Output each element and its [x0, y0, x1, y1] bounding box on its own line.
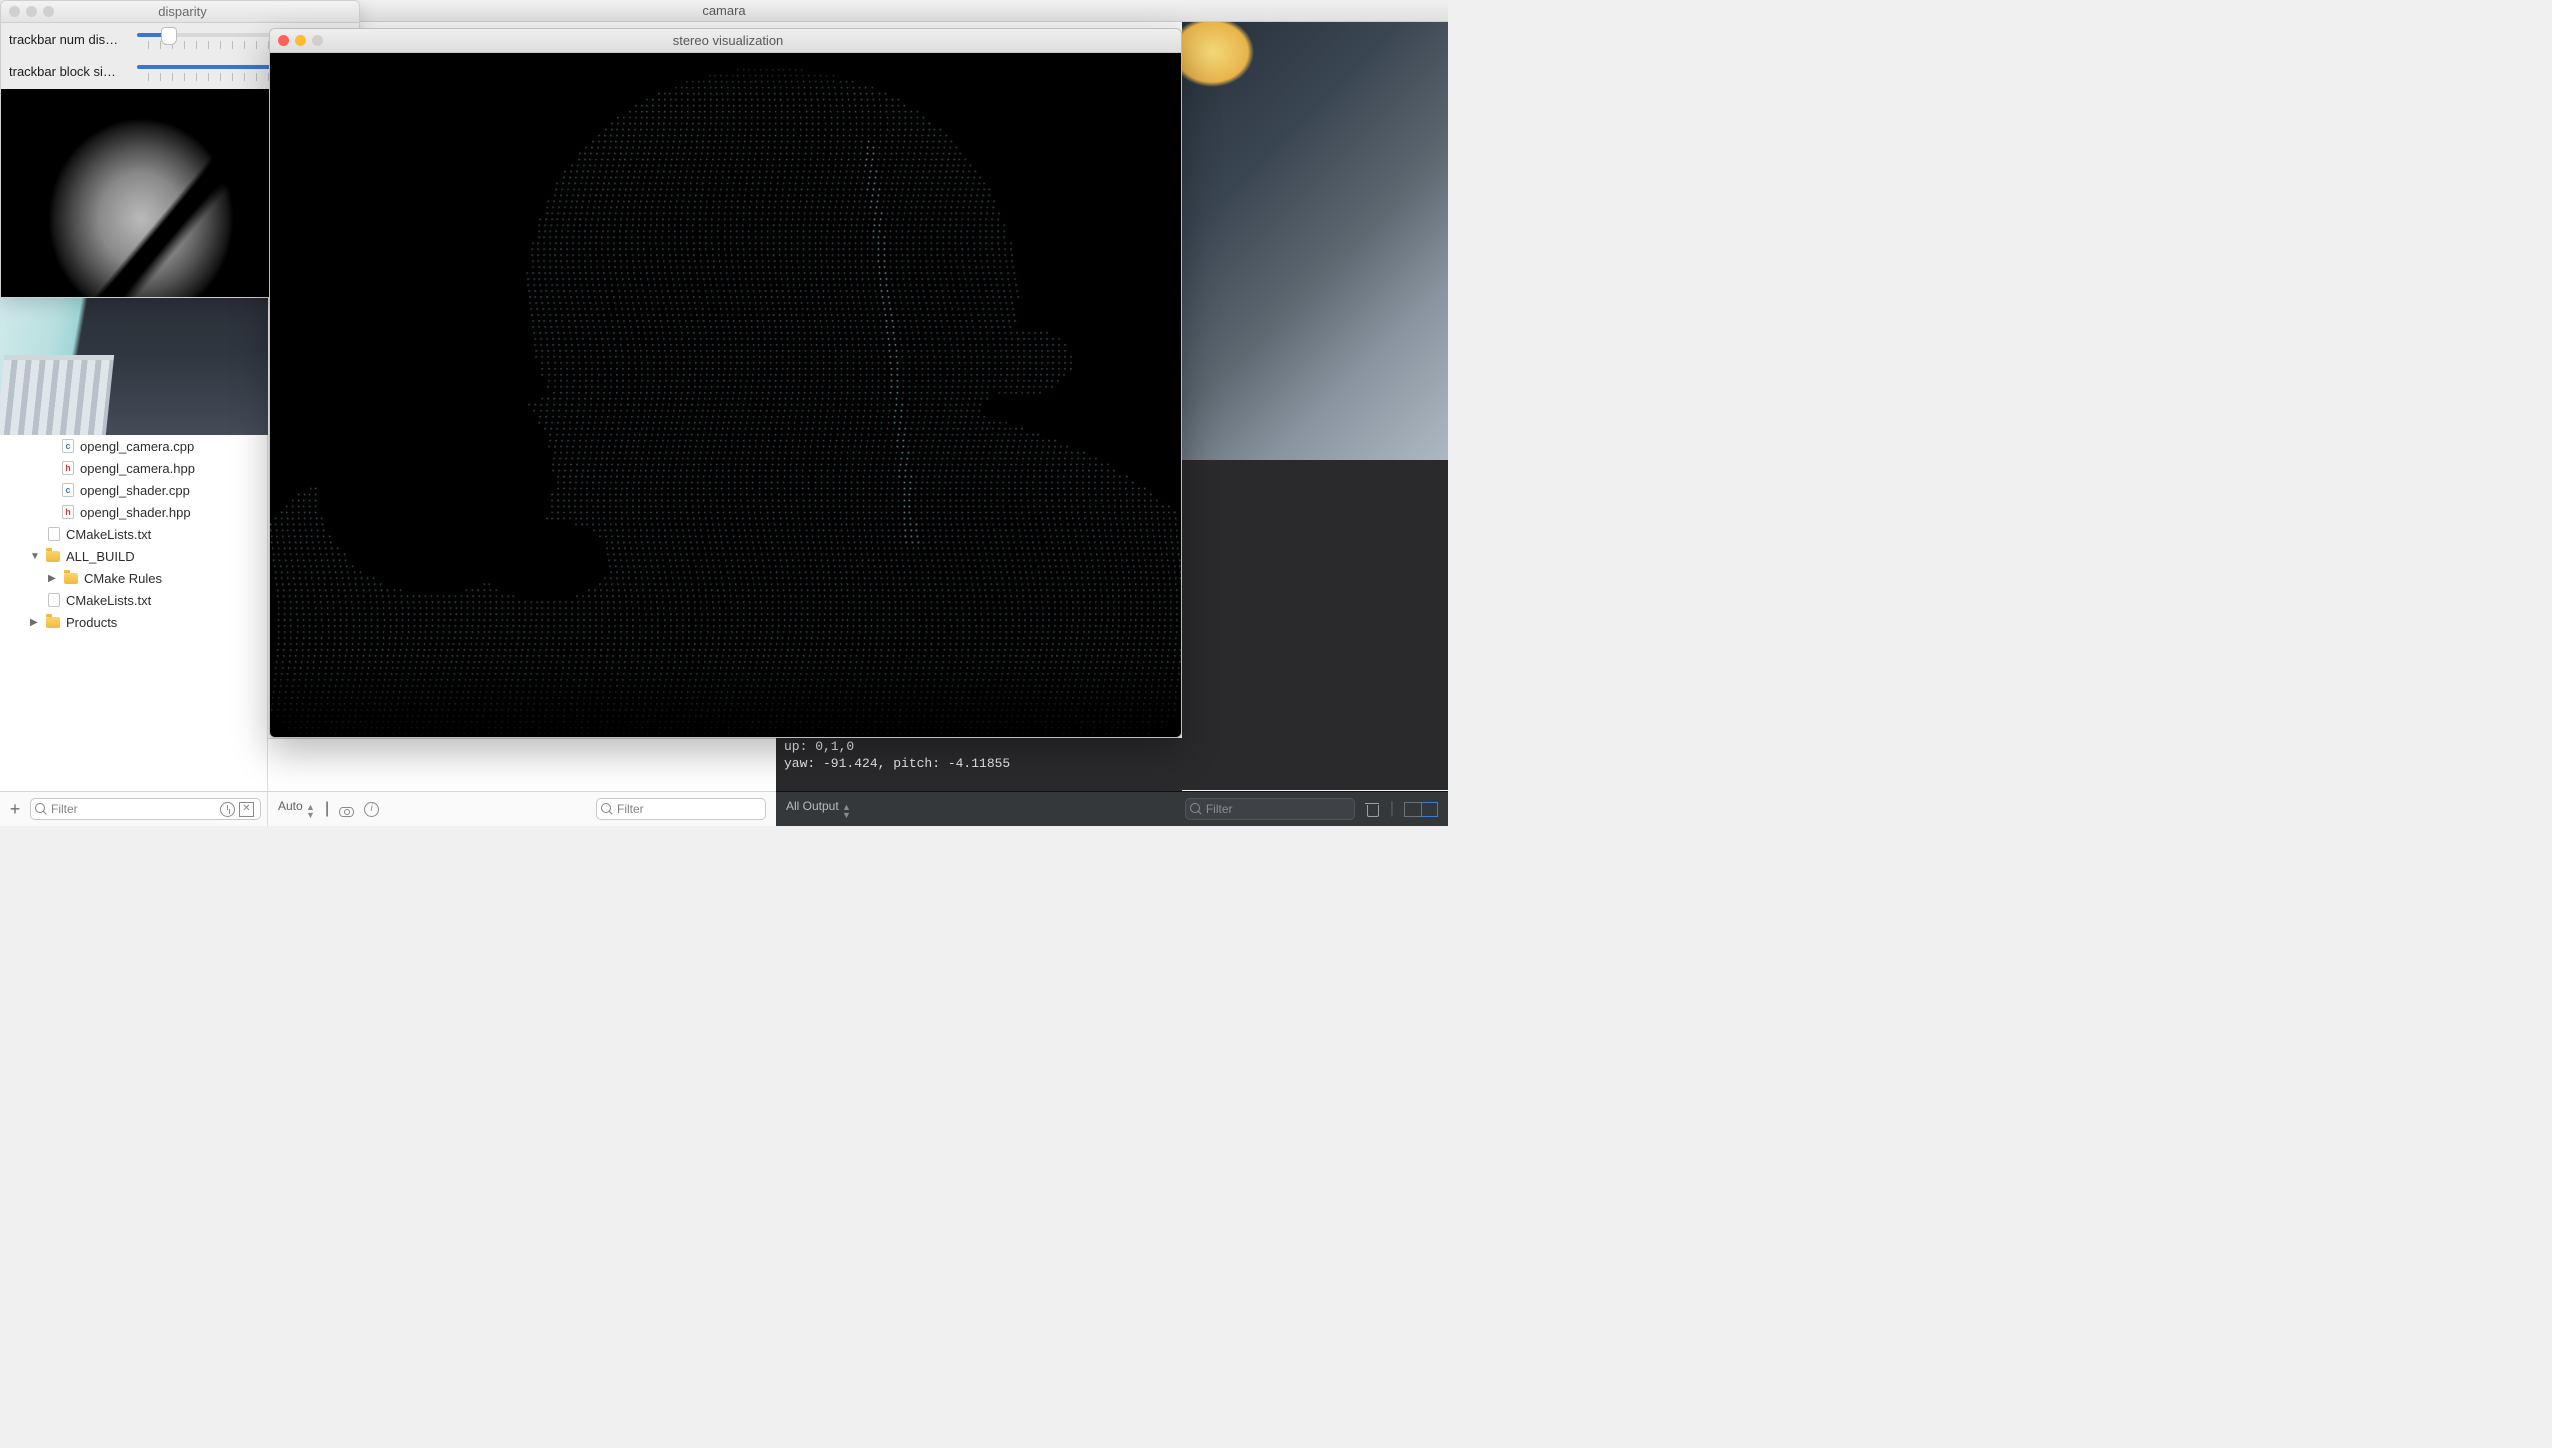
disparity-map-image	[1, 89, 269, 298]
console-filter-placeholder: Filter	[1206, 802, 1233, 816]
navigator-filter-field[interactable]: Filter	[30, 798, 261, 820]
tree-item-label: opengl_camera.hpp	[80, 461, 195, 476]
folder-icon	[64, 573, 78, 584]
file-row[interactable]: h opengl_shader.hpp	[0, 501, 267, 523]
camera-right-feed	[1182, 22, 1448, 460]
console-filter-field[interactable]: Filter	[1185, 798, 1355, 820]
stereo-titlebar[interactable]: stereo visualization	[270, 29, 1181, 53]
tree-item-label: CMake Rules	[84, 571, 162, 586]
scm-filter-icon[interactable]	[239, 802, 254, 817]
tree-item-label: CMakeLists.txt	[66, 593, 151, 608]
navigator-bottom-bar: + Filter	[0, 791, 268, 826]
variables-scope-auto[interactable]: Auto ▲▼	[278, 799, 315, 819]
quicklook-icon[interactable]	[339, 807, 354, 817]
close-icon[interactable]	[278, 35, 289, 46]
tree-item-label: opengl_shader.hpp	[80, 505, 191, 520]
search-icon	[35, 803, 47, 815]
trackbar-label: trackbar block si…	[9, 64, 129, 79]
print-description-icon[interactable]	[364, 802, 379, 817]
file-row[interactable]: h opengl_camera.hpp	[0, 457, 267, 479]
clear-console-icon[interactable]	[1365, 802, 1380, 817]
recent-icon[interactable]	[220, 802, 235, 817]
traffic-lights[interactable]	[1, 6, 54, 17]
variables-filter-placeholder: Filter	[617, 802, 644, 816]
file-row[interactable]: CMakeLists.txt	[0, 523, 267, 545]
updown-icon: ▲▼	[306, 803, 315, 819]
variables-bottom-bar: Auto ▲▼ | Filter	[268, 791, 776, 826]
trackbar-label: trackbar num dis…	[9, 32, 129, 47]
disclosure-triangle-icon[interactable]: ▶	[48, 573, 58, 584]
search-icon	[601, 803, 613, 815]
minimize-icon[interactable]	[295, 35, 306, 46]
variables-filter-field[interactable]: Filter	[596, 798, 766, 820]
tree-item-label: Products	[66, 615, 117, 630]
hpp-file-icon: h	[62, 505, 74, 519]
debug-console[interactable]: up: 0,1,0 yaw: -91.424, pitch: -4.11855	[776, 738, 1182, 791]
zoom-icon[interactable]	[312, 35, 323, 46]
project-navigator[interactable]: copengl_camera.cpphopengl_camera.hppcope…	[0, 435, 268, 791]
tree-item-label: opengl_camera.cpp	[80, 439, 194, 454]
traffic-lights[interactable]	[270, 35, 323, 46]
folder-row[interactable]: ▶ CMake Rules	[0, 567, 267, 589]
text-file-icon	[48, 527, 60, 541]
text-file-icon	[48, 593, 60, 607]
tree-item-label: ALL_BUILD	[66, 549, 135, 564]
folder-icon	[46, 617, 60, 628]
cpp-file-icon: c	[62, 483, 74, 497]
debug-area-layout-toggle[interactable]	[1404, 802, 1438, 817]
navigator-filter-placeholder: Filter	[51, 802, 78, 816]
camera-right-dark	[1182, 460, 1448, 790]
stereo-visualization-window[interactable]: stereo visualization	[269, 28, 1182, 738]
updown-icon: ▲▼	[842, 803, 851, 819]
console-bottom-bar: All Output ▲▼ Filter |	[776, 791, 1448, 826]
file-row[interactable]: c opengl_camera.cpp	[0, 435, 267, 457]
stereo-title: stereo visualization	[323, 33, 1181, 48]
camera-left-feed	[0, 298, 268, 435]
tree-item-label: CMakeLists.txt	[66, 527, 151, 542]
hpp-file-icon: h	[62, 461, 74, 475]
add-button[interactable]: +	[6, 799, 24, 820]
cpp-file-icon: c	[62, 439, 74, 453]
folder-icon	[46, 551, 60, 562]
search-icon	[1190, 803, 1202, 815]
disparity-title: disparity	[54, 4, 359, 19]
file-row[interactable]: c opengl_shader.cpp	[0, 479, 267, 501]
disclosure-triangle-icon[interactable]: ▶	[30, 617, 40, 628]
disclosure-triangle-icon[interactable]: ▼	[30, 551, 40, 562]
folder-row[interactable]: ▶ Products	[0, 611, 267, 633]
camera-title: camara	[702, 3, 745, 18]
folder-row[interactable]: ▼ ALL_BUILD	[0, 545, 267, 567]
disparity-titlebar[interactable]: disparity	[1, 1, 359, 23]
tree-item-label: opengl_shader.cpp	[80, 483, 190, 498]
point-cloud-viewport[interactable]	[270, 53, 1181, 737]
radiator-shape	[0, 355, 114, 435]
file-row[interactable]: CMakeLists.txt	[0, 589, 267, 611]
console-output-scope[interactable]: All Output ▲▼	[786, 799, 851, 819]
